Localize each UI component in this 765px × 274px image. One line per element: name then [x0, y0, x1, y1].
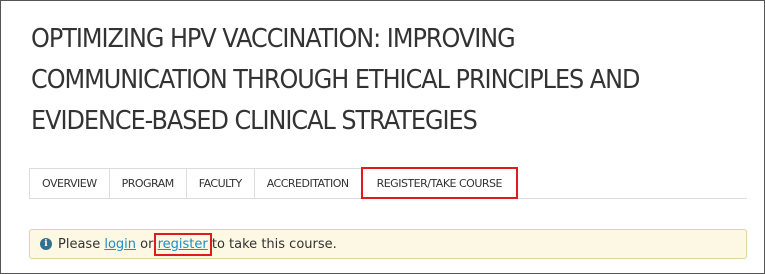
info-icon: i [40, 238, 52, 250]
page-frame: OPTIMIZING HPV VACCINATION: IMPROVING CO… [0, 0, 765, 274]
tab-register-take-course[interactable]: REGISTER/TAKE COURSE [360, 167, 518, 199]
alert-prefix-text: Please [58, 236, 101, 252]
tab-accreditation[interactable]: ACCREDITATION [253, 168, 361, 198]
login-alert: i Please login or register to take this … [29, 229, 747, 259]
login-link[interactable]: login [104, 237, 136, 252]
register-link[interactable]: register [153, 232, 212, 256]
alert-suffix-text: to take this course. [211, 236, 337, 252]
course-title: OPTIMIZING HPV VACCINATION: IMPROVING CO… [31, 24, 640, 136]
alert-or-text: or [140, 236, 154, 252]
tab-faculty[interactable]: FACULTY [185, 168, 254, 198]
course-tabs: OVERVIEW PROGRAM FACULTY ACCREDITATION R… [29, 167, 747, 199]
tab-overview[interactable]: OVERVIEW [29, 168, 109, 198]
tab-program[interactable]: PROGRAM [108, 168, 186, 198]
